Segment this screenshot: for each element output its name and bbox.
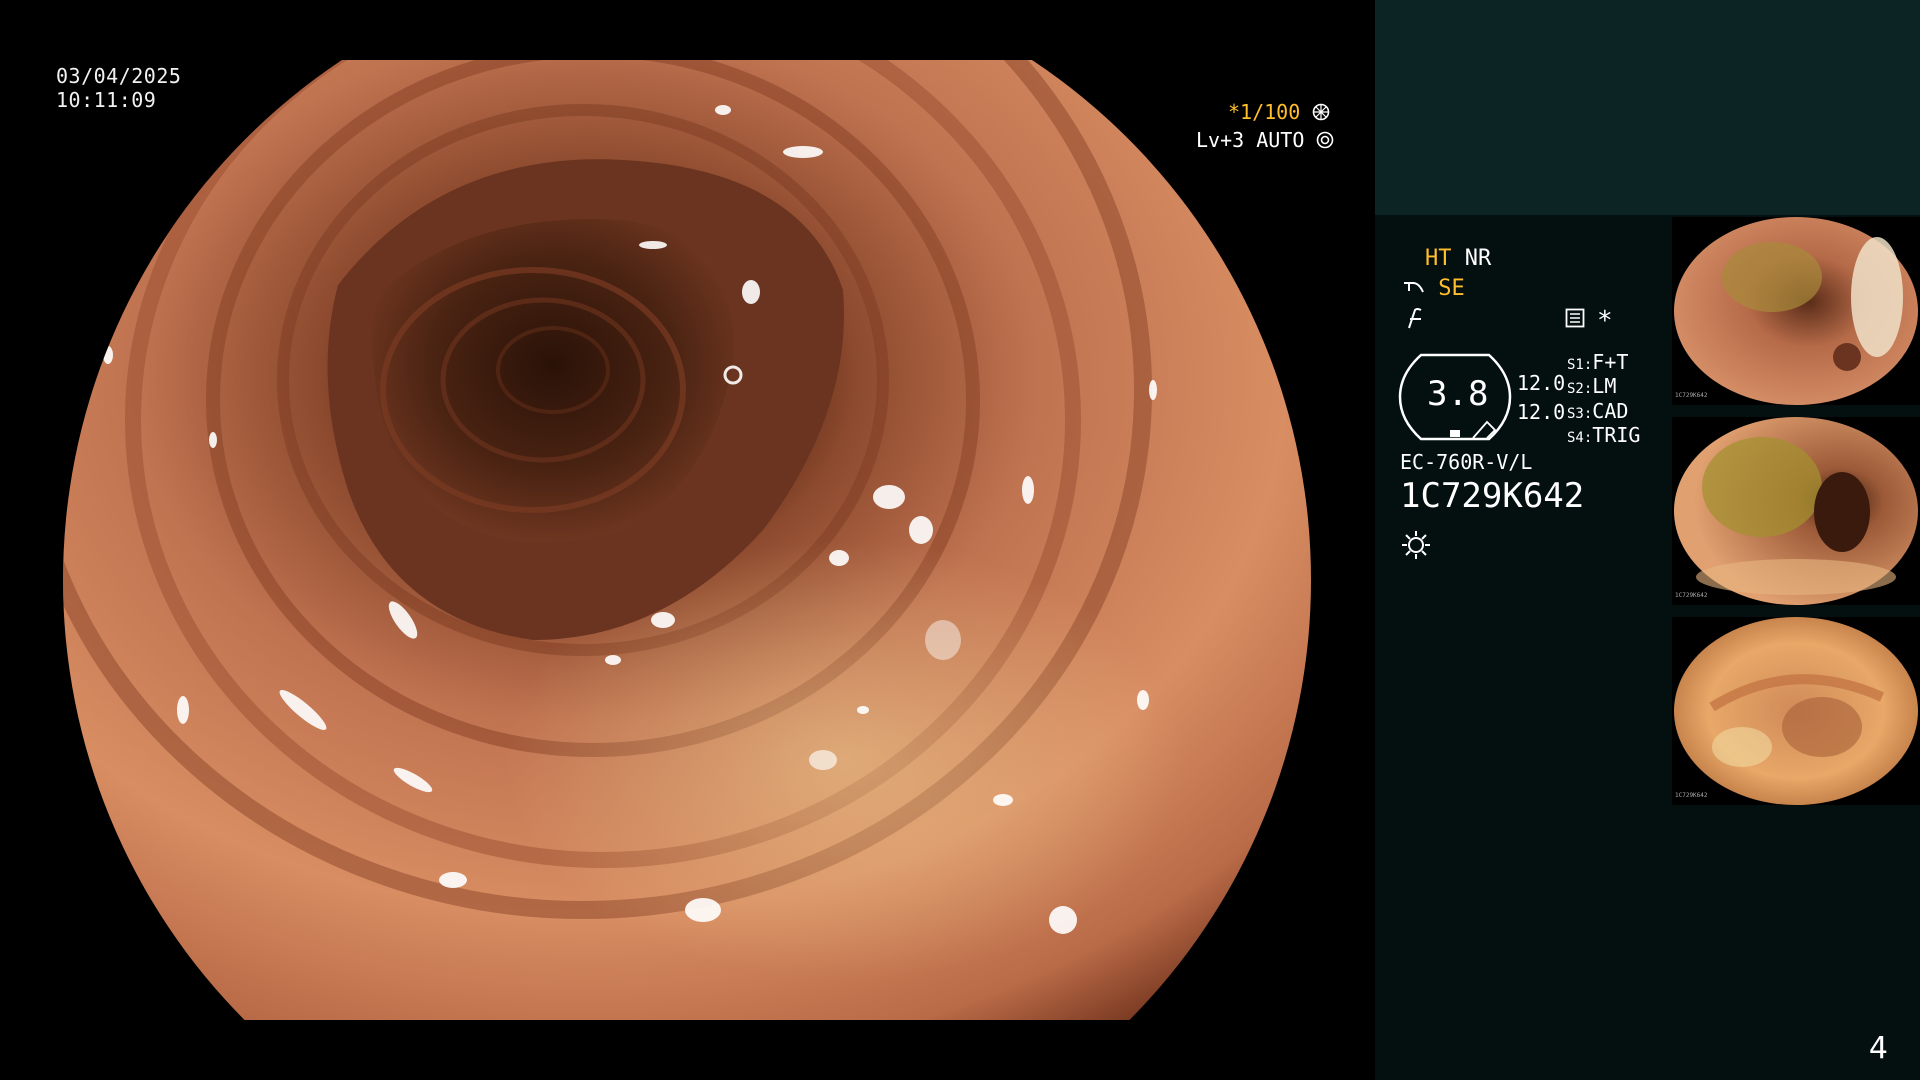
date-text: 03/04/2025 [56, 64, 182, 88]
record-icon [1565, 308, 1585, 328]
thumbnail-id: 1C729K642 [1675, 392, 1708, 399]
s2-key: S2: [1567, 381, 1593, 397]
thumbnail-image [1674, 217, 1918, 405]
shutter-text: *1/100 [1228, 100, 1301, 124]
value-a: 12.0 [1517, 371, 1566, 395]
s1-key: S1: [1567, 357, 1593, 373]
switch-s1: S1:F+T [1567, 350, 1628, 374]
scope-serial: 1C729K642 [1400, 476, 1585, 516]
thumbnail[interactable]: 1C729K642 [1672, 417, 1920, 605]
shutter-icon [1312, 103, 1330, 121]
value-b: 12.0 [1517, 400, 1566, 424]
mode-row: HT NR [1425, 246, 1491, 271]
s1-value: F+T [1592, 350, 1629, 374]
thumbnail-image [1674, 617, 1918, 805]
colon-lumen-image [63, 60, 1311, 1020]
s3-key: S3: [1567, 406, 1593, 422]
light-level-indicator: Lv+3 AUTO [1196, 128, 1334, 152]
s3-value: CAD [1592, 399, 1629, 423]
info-panel: HT NR SE * 3.8 12.0 12.0 S1:F+T S2:LM S3… [1375, 0, 1920, 1080]
auto-light-icon [1317, 131, 1334, 149]
structure-enhance-row: SE [1403, 276, 1465, 301]
nr-label: NR [1464, 246, 1492, 271]
thumbnail[interactable]: 1C729K642 [1672, 217, 1920, 405]
thumbnail-image [1674, 417, 1918, 605]
gauge-value: 3.8 [1427, 374, 1489, 414]
time-text: 10:11:09 [56, 88, 157, 112]
light-source-icon [1402, 531, 1430, 559]
color-enhance-icon [1408, 308, 1422, 329]
s4-value: TRIG [1592, 423, 1641, 447]
shutter-indicator: *1/100 [1228, 100, 1330, 124]
s4-key: S4: [1567, 430, 1593, 446]
switch-s3: S3:CAD [1567, 399, 1628, 423]
se-label: SE [1438, 276, 1465, 301]
scope-model: EC-760R-V/L [1400, 450, 1533, 474]
structure-enhance-icon [1404, 282, 1424, 293]
thumbnail[interactable]: 1C729K642 [1672, 617, 1920, 805]
panel-header-area [1375, 0, 1920, 215]
ht-label: HT [1425, 246, 1452, 271]
s2-value: LM [1592, 374, 1617, 398]
switch-s4: S4:TRIG [1567, 423, 1640, 447]
thumbnail-id: 1C729K642 [1675, 792, 1708, 799]
page-number: 4 [1868, 1031, 1888, 1066]
asterisk-icon: * [1597, 306, 1613, 336]
light-level-text: Lv+3 AUTO [1196, 128, 1305, 152]
switch-s2: S2:LM [1567, 374, 1616, 398]
thumbnail-id: 1C729K642 [1675, 592, 1708, 599]
endoscope-view: 03/04/2025 10:11:09 *1/100 Lv+3 AUTO [0, 0, 1372, 1080]
